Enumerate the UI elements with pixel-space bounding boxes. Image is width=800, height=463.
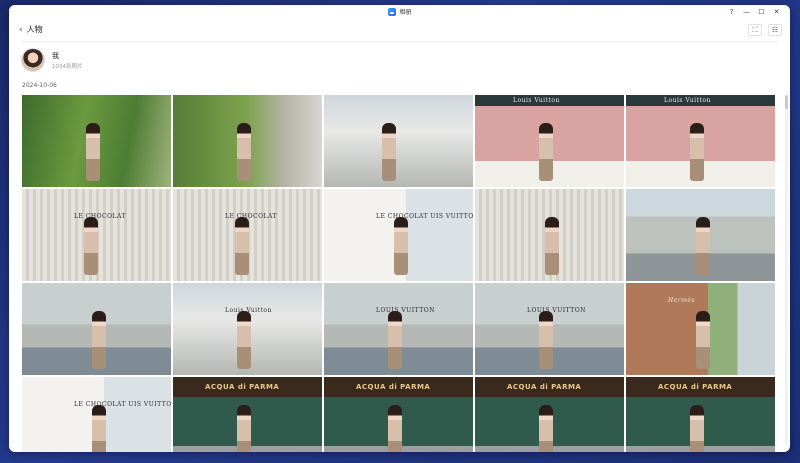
- storefront-sign: ACQUA di PARMA: [205, 383, 280, 391]
- person-figure: [92, 405, 106, 452]
- storefront-sign: LOUIS VUITTON: [376, 307, 435, 314]
- view-mode-button[interactable]: ☷: [768, 24, 782, 36]
- storefront-sign: LE CHOCOLAT: [225, 213, 278, 220]
- chevron-left-icon: ‹: [19, 24, 23, 35]
- photo-thumbnail[interactable]: [324, 95, 473, 187]
- photo-thumbnail[interactable]: LE CHOCOLAT UIS VUITTON: [324, 189, 473, 281]
- storefront-sign: LE CHOCOLAT UIS VUITTON: [74, 401, 171, 408]
- photo-thumbnail[interactable]: [626, 189, 775, 281]
- avatar[interactable]: [21, 48, 45, 72]
- storefront-sign: ACQUA di PARMA: [507, 383, 582, 391]
- person-figure: [539, 123, 553, 181]
- person-figure: [84, 217, 98, 275]
- photo-thumbnail[interactable]: Louis Vuitton: [173, 283, 322, 375]
- nav-bar: ‹ 人物 ⛶ ☷: [9, 20, 790, 42]
- person-figure: [237, 123, 251, 181]
- person-figure: [86, 123, 100, 181]
- list-icon: ☷: [771, 26, 779, 34]
- person-figure: [539, 405, 553, 452]
- person-figure: [545, 217, 559, 275]
- page-title: 人物: [26, 25, 43, 34]
- storefront-sign: ACQUA di PARMA: [356, 383, 431, 391]
- person-profile: 我 1034张照片: [9, 42, 790, 78]
- photo-thumbnail[interactable]: LOUIS VUITTON: [475, 283, 624, 375]
- photo-thumbnail[interactable]: ACQUA di PARMA: [324, 377, 473, 452]
- section-date: 2024-10-06: [22, 82, 57, 89]
- photo-thumbnail[interactable]: [173, 95, 322, 187]
- photo-thumbnail[interactable]: Louis Vuitton: [475, 95, 624, 187]
- person-figure: [690, 123, 704, 181]
- app-title-group: 相册: [387, 7, 412, 16]
- view-tools: ⛶ ☷: [748, 24, 782, 36]
- storefront-sign: LE CHOCOLAT UIS VUITTON: [376, 213, 473, 220]
- person-figure: [690, 405, 704, 452]
- close-button[interactable]: ✕: [769, 6, 784, 18]
- storefront-sign: Louis Vuitton: [664, 97, 711, 104]
- photo-thumbnail[interactable]: ACQUA di PARMA: [626, 377, 775, 452]
- screen-icon: ⛶: [752, 25, 758, 34]
- photo-thumbnail[interactable]: Louis Vuitton: [626, 95, 775, 187]
- person-figure: [237, 405, 251, 452]
- photo-thumbnail[interactable]: [22, 283, 171, 375]
- help-button[interactable]: ?: [724, 6, 739, 18]
- photos-app-icon: [387, 7, 396, 16]
- storefront-sign: Louis Vuitton: [513, 97, 560, 104]
- photo-thumbnail[interactable]: ACQUA di PARMA: [173, 377, 322, 452]
- slideshow-button[interactable]: ⛶: [748, 24, 762, 36]
- scrollbar-thumb[interactable]: [785, 95, 788, 109]
- photo-thumbnail[interactable]: LE CHOCOLAT: [173, 189, 322, 281]
- back-button[interactable]: ‹ 人物: [19, 24, 43, 35]
- person-figure: [539, 311, 553, 369]
- scrollbar[interactable]: [785, 95, 788, 445]
- person-figure: [696, 217, 710, 275]
- storefront-sign: Hermès: [668, 297, 695, 304]
- app-title: 相册: [399, 9, 412, 16]
- window-controls: ? — ☐ ✕: [724, 6, 784, 18]
- photo-count: 1034张照片: [52, 64, 83, 70]
- person-figure: [382, 123, 396, 181]
- photo-grid: Louis Vuitton Louis Vuitton LE CHOCOLAT LE …: [22, 95, 776, 452]
- title-bar: 相册 ? — ☐ ✕: [9, 5, 790, 20]
- person-figure: [235, 217, 249, 275]
- storefront-sign: LOUIS VUITTON: [527, 307, 586, 314]
- photo-thumbnail[interactable]: [22, 95, 171, 187]
- storefront-sign: ACQUA di PARMA: [658, 383, 733, 391]
- photo-thumbnail[interactable]: [475, 189, 624, 281]
- photo-thumbnail[interactable]: LE CHOCOLAT: [22, 189, 171, 281]
- person-name: 我: [52, 52, 59, 60]
- person-figure: [388, 405, 402, 452]
- person-figure: [696, 311, 710, 369]
- person-figure: [92, 311, 106, 369]
- minimize-button[interactable]: —: [739, 6, 754, 18]
- person-figure: [394, 217, 408, 275]
- photos-app-window: 相册 ? — ☐ ✕ ‹ 人物 ⛶ ☷ 我 1034张照片 2024-10-06…: [9, 5, 790, 452]
- photo-thumbnail[interactable]: ACQUA di PARMA: [475, 377, 624, 452]
- maximize-button[interactable]: ☐: [754, 6, 769, 18]
- photo-thumbnail[interactable]: LOUIS VUITTON: [324, 283, 473, 375]
- person-figure: [237, 311, 251, 369]
- person-figure: [388, 311, 402, 369]
- storefront-sign: LE CHOCOLAT: [74, 213, 127, 220]
- photo-thumbnail[interactable]: LE CHOCOLAT UIS VUITTON: [22, 377, 171, 452]
- photo-thumbnail[interactable]: Hermès: [626, 283, 775, 375]
